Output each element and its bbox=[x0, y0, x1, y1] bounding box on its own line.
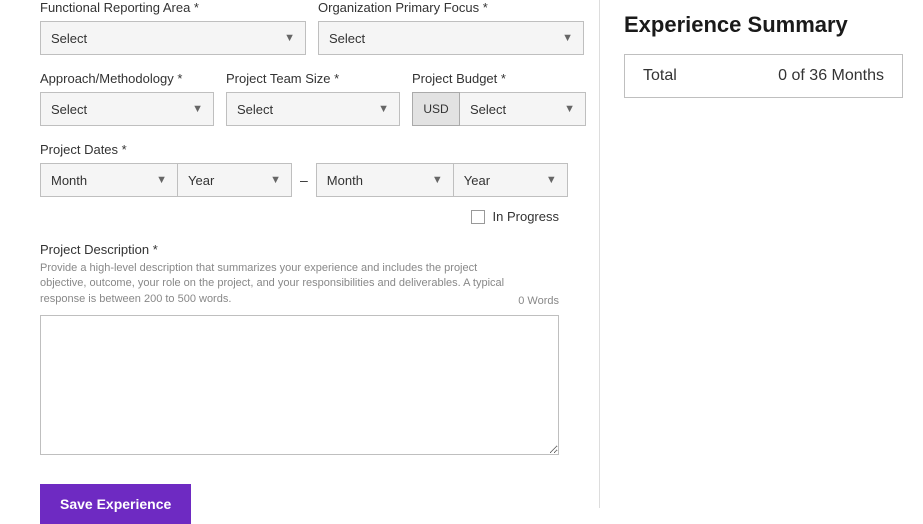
functional-area-label: Functional Reporting Area * bbox=[40, 0, 306, 15]
date-separator: – bbox=[300, 172, 308, 188]
chevron-down-icon: ▼ bbox=[378, 103, 389, 115]
description-label: Project Description * bbox=[40, 242, 559, 257]
org-focus-label: Organization Primary Focus * bbox=[318, 0, 584, 15]
budget-label: Project Budget * bbox=[412, 71, 586, 86]
end-month-value: Month bbox=[327, 173, 363, 188]
end-month-select[interactable]: Month ▼ bbox=[316, 163, 454, 197]
description-help: Provide a high-level description that su… bbox=[40, 261, 510, 307]
start-month-value: Month bbox=[51, 173, 87, 188]
functional-area-select[interactable]: Select ▼ bbox=[40, 21, 306, 55]
end-year-select[interactable]: Year ▼ bbox=[454, 163, 568, 197]
in-progress-checkbox[interactable] bbox=[471, 210, 485, 224]
start-month-select[interactable]: Month ▼ bbox=[40, 163, 178, 197]
budget-select[interactable]: Select ▼ bbox=[460, 92, 586, 126]
summary-total-value: 0 of 36 Months bbox=[778, 67, 884, 85]
approach-value: Select bbox=[51, 102, 87, 117]
chevron-down-icon: ▼ bbox=[192, 103, 203, 115]
dates-label: Project Dates * bbox=[40, 142, 559, 157]
summary-total-label: Total bbox=[643, 67, 677, 85]
save-experience-button[interactable]: Save Experience bbox=[40, 484, 191, 524]
description-textarea[interactable] bbox=[40, 315, 559, 455]
experience-summary-title: Experience Summary bbox=[624, 12, 903, 38]
in-progress-label: In Progress bbox=[493, 209, 559, 224]
approach-label: Approach/Methodology * bbox=[40, 71, 214, 86]
start-year-select[interactable]: Year ▼ bbox=[178, 163, 292, 197]
end-year-value: Year bbox=[464, 173, 490, 188]
team-size-value: Select bbox=[237, 102, 273, 117]
functional-area-value: Select bbox=[51, 31, 87, 46]
chevron-down-icon: ▼ bbox=[546, 174, 557, 186]
chevron-down-icon: ▼ bbox=[564, 103, 575, 115]
experience-summary-box: Total 0 of 36 Months bbox=[624, 54, 903, 98]
team-size-select[interactable]: Select ▼ bbox=[226, 92, 400, 126]
chevron-down-icon: ▼ bbox=[284, 32, 295, 44]
word-count: 0 Words bbox=[518, 295, 559, 307]
budget-currency[interactable]: USD bbox=[412, 92, 460, 126]
chevron-down-icon: ▼ bbox=[432, 174, 443, 186]
chevron-down-icon: ▼ bbox=[156, 174, 167, 186]
approach-select[interactable]: Select ▼ bbox=[40, 92, 214, 126]
org-focus-select[interactable]: Select ▼ bbox=[318, 21, 584, 55]
chevron-down-icon: ▼ bbox=[562, 32, 573, 44]
budget-value: Select bbox=[470, 102, 506, 117]
team-size-label: Project Team Size * bbox=[226, 71, 400, 86]
org-focus-value: Select bbox=[329, 31, 365, 46]
start-year-value: Year bbox=[188, 173, 214, 188]
chevron-down-icon: ▼ bbox=[270, 174, 281, 186]
